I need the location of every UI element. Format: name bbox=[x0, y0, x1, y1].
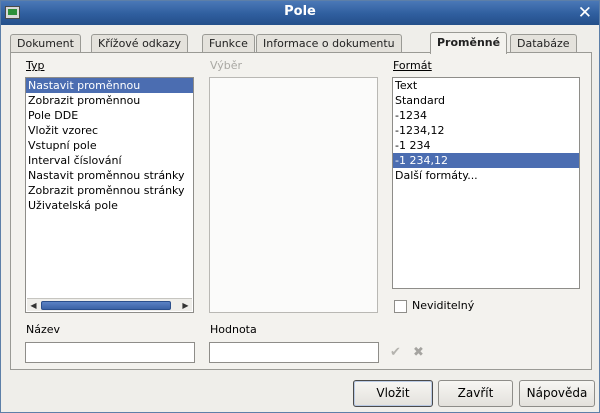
selection-listbox bbox=[209, 77, 378, 313]
window-title: Pole bbox=[284, 4, 316, 19]
tab-cross-references[interactable]: Křížové odkazy bbox=[91, 34, 188, 53]
tab-variables[interactable]: Proměnné bbox=[430, 32, 508, 54]
format-label: Formát bbox=[393, 59, 432, 72]
format-list-item[interactable]: -1 234 bbox=[393, 138, 579, 153]
help-button[interactable]: Nápověda bbox=[519, 380, 595, 407]
variables-panel: Typ Nastavit proměnnou Zobrazit proměnnou… bbox=[10, 52, 592, 370]
close-icon[interactable]: ✕ bbox=[578, 3, 592, 23]
format-listbox[interactable]: Text Standard -1234 -1234,12 -1 234 -1 234,12… bbox=[392, 77, 580, 289]
apply-check-icon[interactable]: ✔ bbox=[390, 345, 401, 360]
format-list-item[interactable]: -1 234,12 bbox=[393, 153, 579, 168]
tab-document-info[interactable]: Informace o dokumentu bbox=[256, 34, 402, 53]
insert-button[interactable]: Vložit bbox=[353, 380, 433, 407]
format-list-item[interactable]: Standard bbox=[393, 93, 579, 108]
type-list-item[interactable]: Vložit vzorec bbox=[26, 123, 193, 138]
field-dialog: Pole ✕ Dokument Křížové odkazy Funkce In… bbox=[0, 0, 600, 413]
title-bar[interactable]: Pole ✕ bbox=[1, 1, 599, 25]
type-list-item[interactable]: Nastavit proměnnou bbox=[26, 78, 193, 93]
type-list-item[interactable]: Zobrazit proměnnou stránky bbox=[26, 183, 193, 198]
type-list-item[interactable]: Interval číslování bbox=[26, 153, 193, 168]
type-list-item[interactable]: Pole DDE bbox=[26, 108, 193, 123]
value-input[interactable] bbox=[209, 342, 379, 363]
invisible-checkbox[interactable] bbox=[394, 300, 407, 313]
type-list-item[interactable]: Nastavit proměnnou stránky bbox=[26, 168, 193, 183]
type-list-item[interactable]: Zobrazit proměnnou bbox=[26, 93, 193, 108]
scroll-left-icon[interactable]: ◀ bbox=[29, 301, 38, 310]
scroll-thumb[interactable] bbox=[41, 301, 171, 310]
type-list-item[interactable]: Vstupní pole bbox=[26, 138, 193, 153]
format-list-item[interactable]: Text bbox=[393, 78, 579, 93]
selection-label: Výběr bbox=[210, 59, 243, 72]
tab-document[interactable]: Dokument bbox=[10, 34, 81, 53]
scroll-right-icon[interactable]: ▶ bbox=[181, 301, 190, 310]
type-list-item[interactable]: Uživatelská pole bbox=[26, 198, 193, 213]
type-horizontal-scrollbar[interactable]: ◀ ▶ bbox=[27, 298, 192, 311]
name-input[interactable] bbox=[25, 342, 195, 363]
format-list-item[interactable]: -1234 bbox=[393, 108, 579, 123]
value-label: Hodnota bbox=[210, 323, 257, 336]
tab-functions[interactable]: Funkce bbox=[202, 34, 255, 53]
name-label: Název bbox=[26, 323, 61, 336]
type-listbox[interactable]: Nastavit proměnnou Zobrazit proměnnou Pole… bbox=[25, 77, 194, 313]
format-items: Text Standard -1234 -1234,12 -1 234 -1 234,12… bbox=[393, 78, 579, 183]
tab-bar: Dokument Křížové odkazy Funkce Informace… bbox=[10, 32, 592, 54]
format-list-item[interactable]: -1234,12 bbox=[393, 123, 579, 138]
invisible-label: Neviditelný bbox=[412, 299, 475, 312]
format-list-item[interactable]: Další formáty... bbox=[393, 168, 579, 183]
cancel-x-icon[interactable]: ✖ bbox=[413, 345, 424, 360]
tab-database[interactable]: Databáze bbox=[510, 34, 577, 53]
type-label: Typ bbox=[26, 59, 45, 72]
close-button[interactable]: Zavřít bbox=[438, 380, 513, 407]
type-items: Nastavit proměnnou Zobrazit proměnnou Pole… bbox=[26, 78, 193, 213]
